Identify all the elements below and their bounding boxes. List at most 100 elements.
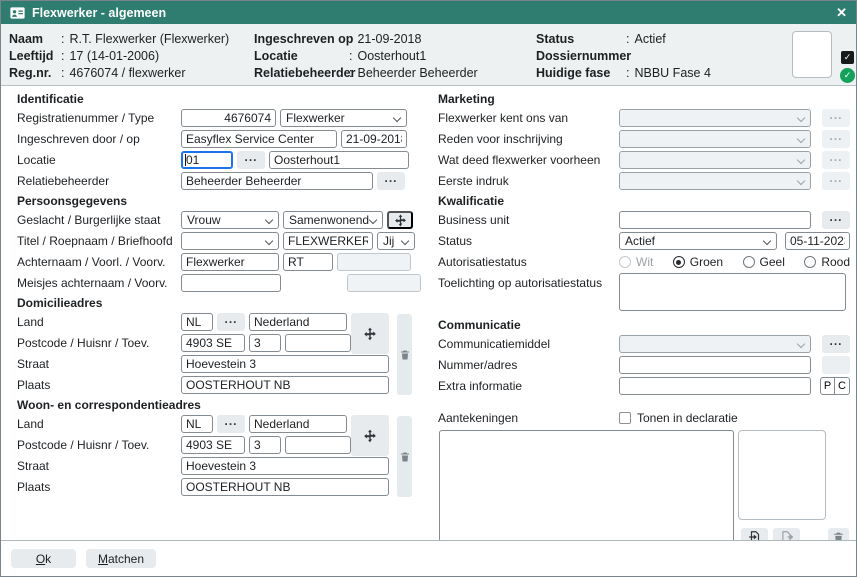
flexwerker-window: Flexwerker - algemeen ✕ Naam:R.T. Flexwe… xyxy=(0,0,857,577)
reden-inschrijving-select[interactable] xyxy=(619,130,811,148)
tonen-in-declaratie-label: Tonen in declaratie xyxy=(637,411,738,425)
locatie-naam-input[interactable] xyxy=(269,151,409,169)
row-relatiebeheerder: Relatiebeheerder ... xyxy=(17,171,421,191)
tonen-in-declaratie-checkbox[interactable] xyxy=(619,412,631,424)
woon-land-code-input[interactable] xyxy=(181,415,213,433)
status-select[interactable]: Actief xyxy=(619,232,777,250)
header-field-leeftijd: Leeftijd:17 (14-01-2006) xyxy=(9,49,229,63)
voorletters-input[interactable] xyxy=(283,253,333,271)
photo-placeholder[interactable] xyxy=(792,31,832,78)
ingeschreven-door-input[interactable] xyxy=(181,130,337,148)
dom-huisnr-input[interactable] xyxy=(249,334,281,352)
aantekeningen-textarea[interactable] xyxy=(439,430,734,542)
row-eerste-indruk: Eerste indruk ... xyxy=(438,171,850,191)
move-button[interactable] xyxy=(387,211,413,229)
dom-land-browse-button[interactable]: ... xyxy=(217,313,245,331)
dom-plaats-input[interactable] xyxy=(181,376,389,394)
business-unit-input[interactable] xyxy=(619,211,811,229)
woon-straat-input[interactable] xyxy=(181,457,389,475)
row-registratienummer-type: Registratienummer / Type Flexwerker xyxy=(17,108,421,128)
dom-toevoeging-input[interactable] xyxy=(285,334,351,352)
aantekeningen-label: Aantekeningen xyxy=(438,411,619,425)
aantekeningen-preview-box[interactable] xyxy=(738,430,826,520)
move-icon xyxy=(363,327,377,341)
communicatiemiddel-browse-button[interactable]: ... xyxy=(822,335,850,353)
voorvoegsel-input[interactable] xyxy=(337,253,411,271)
geslacht-select[interactable]: Vrouw xyxy=(181,211,279,229)
plaats-label: Plaats xyxy=(17,378,181,392)
nummer-adres-label: Nummer/adres xyxy=(438,358,619,372)
eerste-indruk-browse-button[interactable]: ... xyxy=(822,172,850,190)
radio-wit[interactable]: Wit xyxy=(619,255,653,269)
status-datum-input[interactable] xyxy=(785,232,850,250)
black-checkbox-badge[interactable]: ✓ xyxy=(841,51,854,64)
business-unit-browse-button[interactable]: ... xyxy=(822,211,850,229)
titel-select[interactable] xyxy=(181,232,279,250)
header-column-3: Status:Actief Dossiernummer: Huidige fas… xyxy=(536,32,711,80)
dom-delete-button[interactable] xyxy=(397,314,412,395)
row-voorheen: Wat deed flexwerker voorheen ... xyxy=(438,150,850,170)
row-titel-roepnaam-briefhoofd: Titel / Roepnaam / Briefhoofd Jij xyxy=(17,231,421,251)
woon-toevoeging-input[interactable] xyxy=(285,436,351,454)
radio-rood[interactable]: Rood xyxy=(804,255,850,269)
voorheen-browse-button[interactable]: ... xyxy=(822,151,850,169)
dom-land-naam-input[interactable] xyxy=(249,313,347,331)
achternaam-input[interactable] xyxy=(181,253,279,271)
meisjesnaam-input[interactable] xyxy=(181,274,281,292)
postcode-label: Postcode / Huisnr / Toev. xyxy=(17,438,181,452)
radio-geel[interactable]: Geel xyxy=(743,255,785,269)
titel-label: Titel / Roepnaam / Briefhoofd xyxy=(17,234,181,248)
dom-postcode-input[interactable] xyxy=(181,334,245,352)
nummer-adres-input[interactable] xyxy=(619,356,811,374)
woon-land-naam-input[interactable] xyxy=(249,415,347,433)
type-select[interactable]: Flexwerker xyxy=(280,109,407,127)
ingeschreven-op-input[interactable] xyxy=(341,130,407,148)
voorheen-select[interactable] xyxy=(619,151,811,169)
header-field-locatie: Locatie:Oosterhout1 xyxy=(254,49,478,63)
ok-button[interactable]: Ok xyxy=(11,549,76,568)
briefhoofd-select[interactable]: Jij xyxy=(377,232,415,250)
toelichting-textarea[interactable] xyxy=(619,273,846,311)
woon-plaats-input[interactable] xyxy=(181,478,389,496)
eerste-indruk-select[interactable] xyxy=(619,172,811,190)
dom-straat-input[interactable] xyxy=(181,355,389,373)
row-status: Status Actief xyxy=(438,231,850,251)
trash-icon xyxy=(399,451,411,463)
section-kwalificatie: Kwalificatie xyxy=(438,193,850,210)
woon-land-browse-button[interactable]: ... xyxy=(217,415,245,433)
woon-postcode-input[interactable] xyxy=(181,436,245,454)
nummer-adres-action-button[interactable] xyxy=(822,356,850,374)
radio-groen[interactable]: Groen xyxy=(673,255,723,269)
extra-informatie-input[interactable] xyxy=(619,377,811,395)
chevron-down-icon xyxy=(401,237,409,245)
privé-button[interactable]: P xyxy=(820,377,835,395)
zakelijk-button[interactable]: C xyxy=(835,377,850,395)
close-icon[interactable]: ✕ xyxy=(836,6,847,19)
woon-huisnr-input[interactable] xyxy=(249,436,281,454)
row-dom-straat: Straat xyxy=(17,354,421,374)
dom-move-button[interactable] xyxy=(351,313,389,354)
burgerlijke-staat-select[interactable]: Samenwonend xyxy=(283,211,383,229)
reden-inschrijving-browse-button[interactable]: ... xyxy=(822,130,850,148)
meisjes-voorvoegsel-input[interactable] xyxy=(347,274,421,292)
geslacht-label: Geslacht / Burgerlijke staat xyxy=(17,213,181,227)
kent-ons-van-select[interactable] xyxy=(619,109,811,127)
kent-ons-van-browse-button[interactable]: ... xyxy=(822,109,850,127)
aantekeningen-block xyxy=(438,430,850,548)
locatie-browse-button[interactable]: ... xyxy=(237,151,265,169)
header-column-2: Ingeschreven op:21-09-2018 Locatie:Ooste… xyxy=(254,32,478,80)
woon-delete-button[interactable] xyxy=(397,416,412,497)
header-field-regnr: Reg.nr.:4676074 / flexwerker xyxy=(9,66,229,80)
registratienummer-input[interactable] xyxy=(181,109,276,127)
header-field-naam: Naam:R.T. Flexwerker (Flexwerker) xyxy=(9,32,229,46)
roepnaam-input[interactable] xyxy=(283,232,373,250)
communicatiemiddel-select[interactable] xyxy=(619,335,811,353)
matchen-button[interactable]: Matchen xyxy=(86,549,156,568)
woon-move-button[interactable] xyxy=(351,415,389,456)
dom-land-code-input[interactable] xyxy=(181,313,213,331)
relatiebeheerder-browse-button[interactable]: ... xyxy=(377,172,405,190)
chevron-down-icon xyxy=(369,216,377,224)
locatie-code-input[interactable] xyxy=(181,151,233,169)
radio-icon xyxy=(619,256,631,268)
relatiebeheerder-input[interactable] xyxy=(181,172,373,190)
